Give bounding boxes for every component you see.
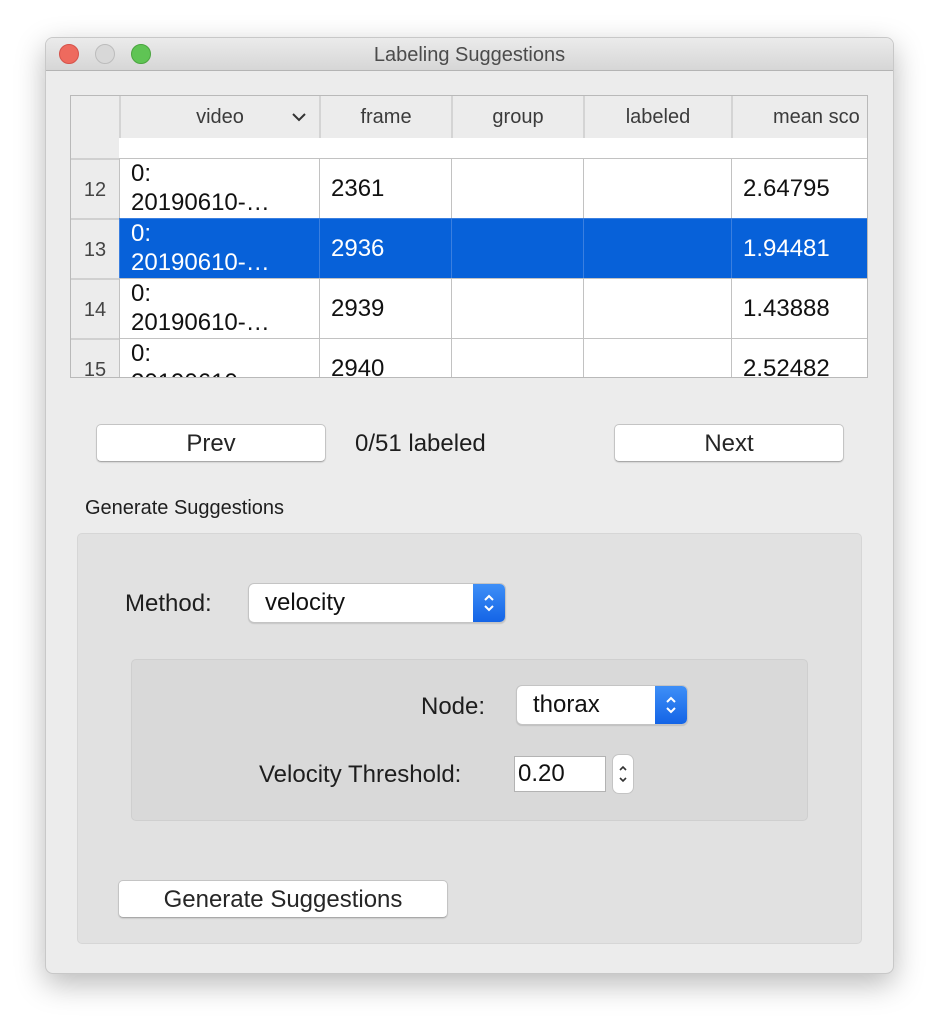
cell-group[interactable]: [451, 338, 583, 377]
cell-video[interactable]: 0: 20190610-…: [119, 218, 319, 278]
up-down-chevron-icon: [473, 584, 505, 622]
table-row[interactable]: 12 0: 20190610-… 2361 2.64795: [71, 158, 867, 218]
cell-video[interactable]: 0: 20190610-…: [119, 338, 319, 377]
table-header: video frame group labeled mean sco: [71, 96, 867, 138]
chevron-down-icon: [292, 113, 306, 122]
generate-suggestions-button[interactable]: Generate Suggestions: [118, 880, 448, 918]
column-header-labeled[interactable]: labeled: [583, 96, 731, 138]
column-header-mean-score[interactable]: mean sco: [731, 96, 867, 138]
title-bar[interactable]: Labeling Suggestions: [46, 38, 893, 71]
cell-frame[interactable]: 2940: [319, 338, 451, 377]
cell-group[interactable]: [451, 218, 583, 278]
labeled-progress: 0/51 labeled: [355, 430, 486, 457]
cell-frame[interactable]: 2361: [319, 158, 451, 218]
table-row-selected[interactable]: 13 0: 20190610-… 2936 1.94481: [71, 218, 867, 278]
cell-labeled[interactable]: [583, 338, 731, 377]
node-select[interactable]: thorax: [516, 685, 688, 725]
prev-button[interactable]: Prev: [96, 424, 326, 462]
cell-mean-score[interactable]: 2.64795: [731, 158, 867, 218]
row-number: 14: [71, 278, 119, 338]
generate-suggestions-group: Method: velocity Node: thorax Velocity T…: [77, 533, 862, 944]
cell-group[interactable]: [451, 278, 583, 338]
method-label: Method:: [125, 590, 212, 617]
next-button[interactable]: Next: [614, 424, 844, 462]
labeling-suggestions-window: Labeling Suggestions 20190610-… 12 0: 20…: [45, 37, 894, 974]
row-number: 12: [71, 158, 119, 218]
cell-labeled[interactable]: [583, 218, 731, 278]
table-row[interactable]: 14 0: 20190610-… 2939 1.43888: [71, 278, 867, 338]
cell-mean-score[interactable]: 2.52482: [731, 338, 867, 377]
cell-frame[interactable]: 2939: [319, 278, 451, 338]
stepper-arrows-icon: [619, 765, 627, 783]
cell-video[interactable]: 0: 20190610-…: [119, 158, 319, 218]
up-down-chevron-icon: [655, 686, 687, 724]
row-number: 15: [71, 338, 119, 377]
node-label: Node:: [421, 693, 486, 720]
window-title: Labeling Suggestions: [373, 44, 566, 66]
method-select[interactable]: velocity: [248, 583, 506, 623]
velocity-threshold-stepper[interactable]: [612, 754, 634, 794]
cell-labeled[interactable]: [583, 278, 731, 338]
cell-video[interactable]: 0: 20190610-…: [119, 278, 319, 338]
table-row[interactable]: 15 0: 20190610-… 2940 2.52482: [71, 338, 867, 377]
generate-suggestions-group-title: Generate Suggestions: [85, 497, 285, 519]
cell-group[interactable]: [451, 158, 583, 218]
column-header-frame[interactable]: frame: [319, 96, 451, 138]
cell-mean-score[interactable]: 1.43888: [731, 278, 867, 338]
corner-cell[interactable]: [71, 96, 119, 138]
cell-frame[interactable]: 2936: [319, 218, 451, 278]
velocity-options-box: Node: thorax Velocity Threshold: 0.20: [131, 659, 808, 821]
row-number: 13: [71, 218, 119, 278]
velocity-threshold-label: Velocity Threshold:: [259, 761, 462, 788]
column-header-group[interactable]: group: [451, 96, 583, 138]
cell-mean-score[interactable]: 1.94481: [731, 218, 867, 278]
velocity-threshold-input[interactable]: 0.20: [514, 756, 606, 792]
suggestions-table[interactable]: 20190610-… 12 0: 20190610-… 2361 2.64795…: [70, 95, 868, 378]
column-header-video[interactable]: video: [119, 96, 319, 138]
cell-labeled[interactable]: [583, 158, 731, 218]
